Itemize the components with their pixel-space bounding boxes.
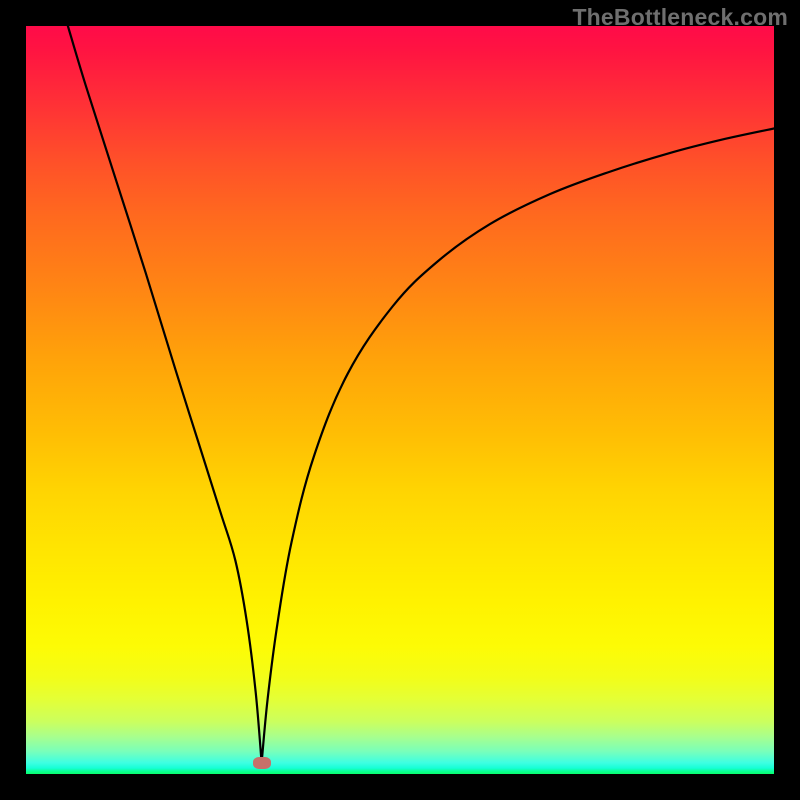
watermark-text: TheBottleneck.com [572,4,788,31]
chart-frame: TheBottleneck.com [0,0,800,800]
optimal-point-marker [253,757,271,769]
bottleneck-curve [26,26,774,774]
plot-area [26,26,774,774]
